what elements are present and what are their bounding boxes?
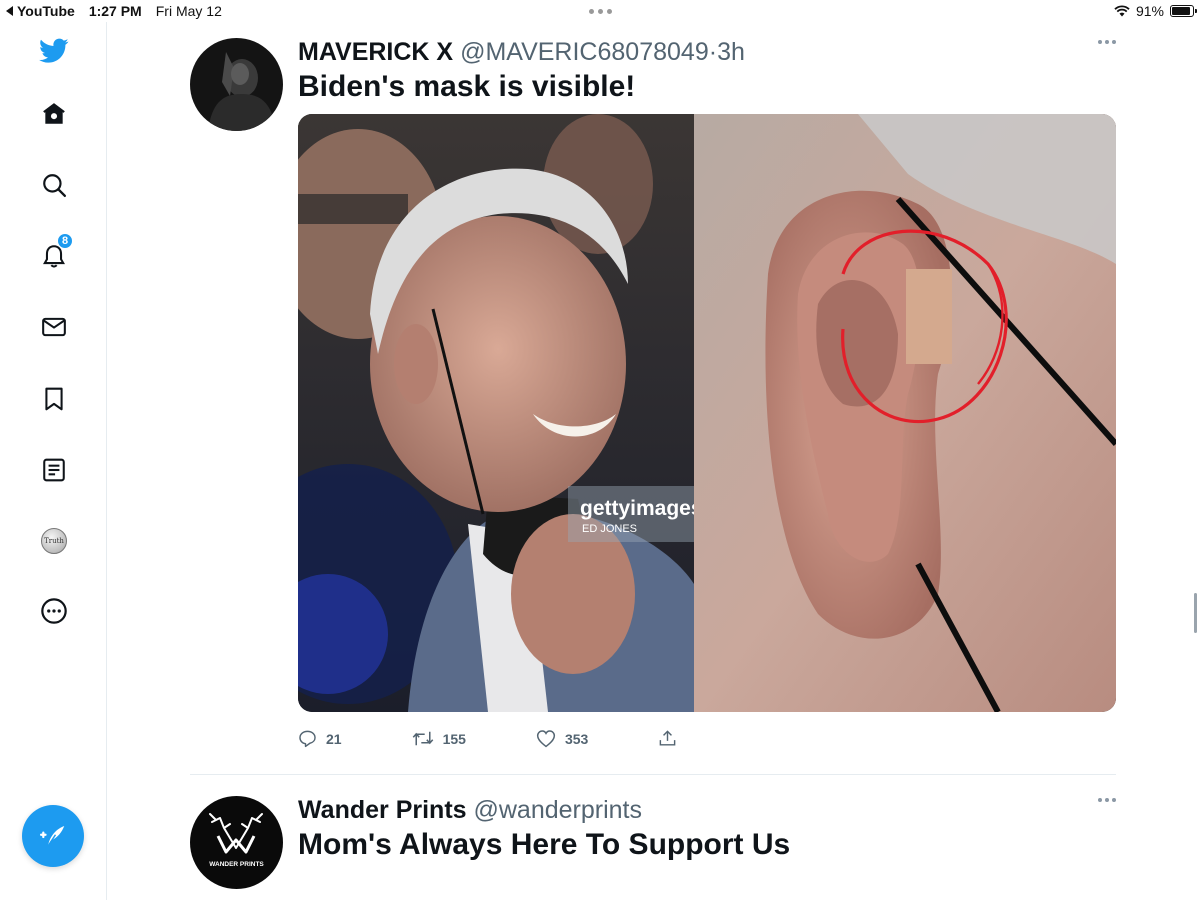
tweet[interactable]: WANDER PRINTS Wander Prints @wanderprint…	[190, 796, 1116, 900]
tweet[interactable]: MAVERICK X @MAVERIC68078049·3h Biden's m…	[190, 38, 1116, 774]
retweet-icon	[412, 731, 433, 746]
tweet-header: MAVERICK X @MAVERIC68078049·3h	[298, 38, 745, 67]
more-icon[interactable]	[39, 596, 69, 626]
truth-icon-label: Truth	[41, 528, 67, 554]
getty-credit: ED JONES	[582, 523, 637, 535]
retweet-count: 155	[442, 730, 466, 747]
share-icon	[659, 730, 676, 746]
compose-tweet-button[interactable]	[22, 805, 84, 867]
reply-button[interactable]: 21	[298, 729, 342, 748]
home-icon[interactable]	[39, 99, 69, 129]
getty-watermark: gettyimages	[580, 497, 703, 520]
tweet-text: Biden's mask is visible!	[298, 70, 636, 103]
reply-count: 21	[326, 730, 342, 747]
truth-app-icon[interactable]: Truth	[39, 526, 69, 556]
tweet-author-name[interactable]: Wander Prints	[298, 796, 467, 824]
retweet-button[interactable]: 155	[412, 729, 466, 748]
messages-icon[interactable]	[39, 312, 69, 342]
tweet-separator: ·	[708, 38, 718, 66]
avatar-brand-text: WANDER PRINTS	[209, 861, 264, 868]
battery-icon	[1170, 5, 1197, 17]
tweet-media-image[interactable]: gettyimages ED JONES	[298, 114, 1116, 712]
status-bar: YouTube 1:27 PM Fri May 12 91%	[0, 0, 1200, 22]
twitter-logo-icon[interactable]	[39, 36, 69, 66]
reply-icon	[299, 730, 316, 748]
sidebar-nav: 8 Truth	[0, 22, 107, 900]
tweet-divider	[190, 774, 1116, 775]
status-time: 1:27 PM	[88, 3, 142, 19]
tweet-more-icon[interactable]	[1098, 40, 1116, 44]
avatar[interactable]: WANDER PRINTS	[190, 796, 283, 889]
share-button[interactable]	[658, 729, 677, 748]
back-to-app-link[interactable]: YouTube	[6, 3, 75, 19]
tweet-more-icon[interactable]	[1098, 798, 1116, 802]
multitasking-dots-icon[interactable]	[589, 9, 612, 14]
back-arrow-icon	[6, 6, 13, 16]
lists-icon[interactable]	[39, 455, 69, 485]
tweet-actions: 21 155 353	[298, 729, 747, 748]
search-icon[interactable]	[39, 170, 69, 200]
battery-percent: 91%	[1135, 3, 1164, 19]
scrollbar[interactable]	[1194, 593, 1197, 633]
back-app-label: YouTube	[17, 3, 75, 19]
tweet-author-handle[interactable]: @MAVERIC68078049	[460, 38, 709, 66]
tweet-header: Wander Prints @wanderprints	[298, 796, 642, 825]
tweet-time[interactable]: 3h	[717, 38, 745, 66]
status-date: Fri May 12	[155, 3, 222, 19]
tweet-text: Mom's Always Here To Support Us	[298, 828, 791, 861]
heart-icon	[536, 730, 556, 748]
compose-tweet-icon	[40, 826, 65, 847]
tweet-author-name[interactable]: MAVERICK X	[298, 38, 453, 66]
like-button[interactable]: 353	[536, 729, 588, 748]
like-count: 353	[564, 730, 589, 747]
bookmarks-icon[interactable]	[39, 384, 69, 414]
wifi-icon	[1114, 5, 1130, 17]
tweet-author-handle[interactable]: @wanderprints	[474, 796, 643, 824]
notifications-icon[interactable]: 8	[39, 233, 73, 271]
notifications-badge: 8	[57, 233, 73, 249]
avatar[interactable]	[190, 38, 283, 131]
